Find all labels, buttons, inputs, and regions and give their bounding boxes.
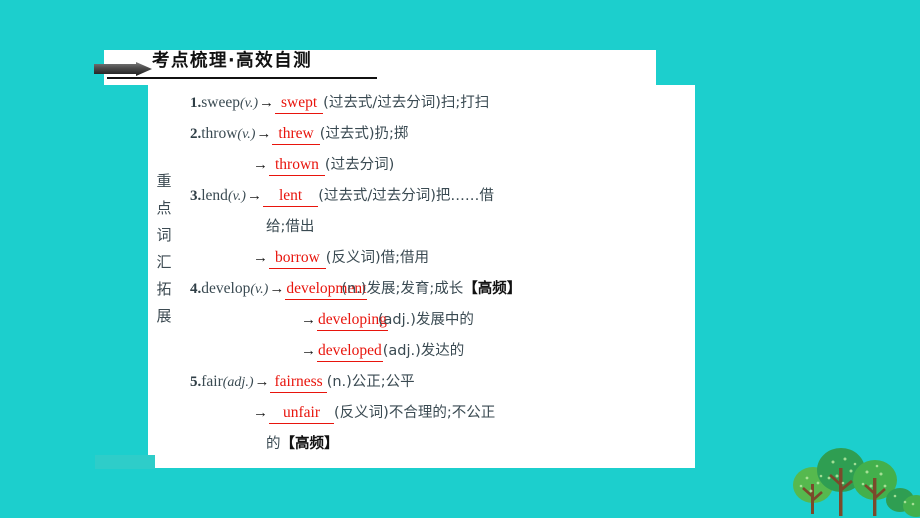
arrow-glyph: → <box>254 374 270 390</box>
title-underline <box>107 77 377 79</box>
vertical-label-char: 点 <box>156 199 172 217</box>
entry-gloss: (过去式)扔;掷 <box>319 126 409 142</box>
entry-number: 5. <box>190 374 202 390</box>
entry-row: → unfair (反义词)不合理的;不公正 <box>190 401 690 432</box>
arrow-glyph: → <box>246 188 262 204</box>
vertical-label-char: 词 <box>156 226 172 244</box>
arrow-glyph: → <box>259 95 274 111</box>
entry-row: 4. develop (v.) → development (n.)发展;发育;… <box>190 277 690 308</box>
arrow-glyph: → <box>253 157 268 173</box>
arrow-glyph: → <box>253 250 268 266</box>
answer-blank[interactable]: swept <box>275 94 324 114</box>
entry-word: sweep <box>201 94 240 111</box>
vertical-label-char: 展 <box>156 307 172 325</box>
entry-gloss: (反义词)借;借用 <box>325 250 429 266</box>
entry-number: 2. <box>190 126 202 142</box>
entry-row: 1. sweep (v.) → swept (过去式/过去分词)扫;打扫 <box>190 91 690 122</box>
frequency-tag: 【高频】 <box>463 281 522 297</box>
entry-gloss: (过去式/过去分词)把……借 <box>318 188 494 204</box>
entry-row: 5. fair (adj.) → fairness (n.)公正;公平 <box>190 370 690 401</box>
trees-icon <box>793 448 920 517</box>
answer-blank[interactable]: fairness <box>270 373 327 393</box>
entry-row: → thrown (过去分词) <box>190 153 690 184</box>
entry-row: → developed (adj.)发达的 <box>190 339 690 370</box>
entry-row: 3. lend (v.) → lent (过去式/过去分词)把……借 <box>190 184 690 215</box>
entry-pos: (v.) <box>237 127 256 142</box>
bottom-left-accent <box>95 455 155 469</box>
entry-pos: (v.) <box>250 282 269 297</box>
entry-row: 给;借出 <box>190 215 690 246</box>
vertical-label-char: 重 <box>156 172 172 190</box>
vocabulary-entry-list: 1. sweep (v.) → swept (过去式/过去分词)扫;打扫 2. … <box>190 85 690 463</box>
entry-word: throw <box>201 125 238 142</box>
entry-number: 3. <box>190 188 202 204</box>
answer-blank[interactable]: unfair <box>269 404 335 424</box>
section-header-band: 考点梳理·高效自测 <box>94 50 656 85</box>
vertical-label-char: 拓 <box>156 280 172 298</box>
entry-gloss: 给;借出 <box>266 219 315 235</box>
vertical-label-char: 汇 <box>156 253 172 271</box>
entry-row: → developing (adj.)发展中的 <box>190 308 690 339</box>
entry-gloss: (adj.)发达的 <box>382 343 465 359</box>
arrow-glyph: → <box>301 312 316 328</box>
vertical-category-label: 重 点 词 汇 拓 展 <box>151 168 177 330</box>
arrow-glyph: → <box>301 343 316 359</box>
entry-word: fair <box>201 373 223 390</box>
arrow-glyph: → <box>256 126 272 142</box>
answer-blank[interactable]: developed <box>317 342 383 362</box>
answer-blank[interactable]: lent <box>262 187 319 207</box>
entry-gloss: (过去式/过去分词)扫;打扫 <box>323 95 490 111</box>
entry-pos: (v.) <box>227 189 246 204</box>
section-header-inner: 考点梳理·高效自测 <box>94 50 656 85</box>
entry-gloss: (过去分词) <box>324 157 395 173</box>
entry-gloss: (n.)发展;发育;成长 <box>341 281 464 297</box>
entry-row: 2. throw (v.) → threw (过去式)扔;掷 <box>190 122 690 153</box>
page-title: 考点梳理·高效自测 <box>152 51 313 71</box>
entry-row: 的 【高频】 <box>190 432 690 463</box>
entry-gloss: (反义词)不合理的;不公正 <box>334 405 496 421</box>
answer-blank[interactable]: threw <box>272 125 320 145</box>
entry-number: 4. <box>190 281 202 297</box>
arrow-glyph: → <box>269 281 285 297</box>
entry-gloss: (adj.)发展中的 <box>377 312 474 328</box>
arrow-glyph: → <box>253 405 268 421</box>
entry-row: → borrow (反义词)借;借用 <box>190 246 690 277</box>
entry-pos: (adj.) <box>222 375 254 390</box>
entry-word: develop <box>201 280 251 297</box>
frequency-tag: 【高频】 <box>280 436 339 452</box>
arrow-right-icon <box>94 62 152 76</box>
entry-pos: (v.) <box>240 96 258 111</box>
answer-blank[interactable]: thrown <box>269 156 325 176</box>
answer-blank[interactable]: borrow <box>269 249 326 269</box>
left-accent-rule <box>138 85 144 468</box>
entry-gloss: (n.)公正;公平 <box>326 374 415 390</box>
entry-gloss: 的 <box>266 436 281 452</box>
entry-word: lend <box>201 187 228 204</box>
entry-number: 1. <box>190 95 202 111</box>
